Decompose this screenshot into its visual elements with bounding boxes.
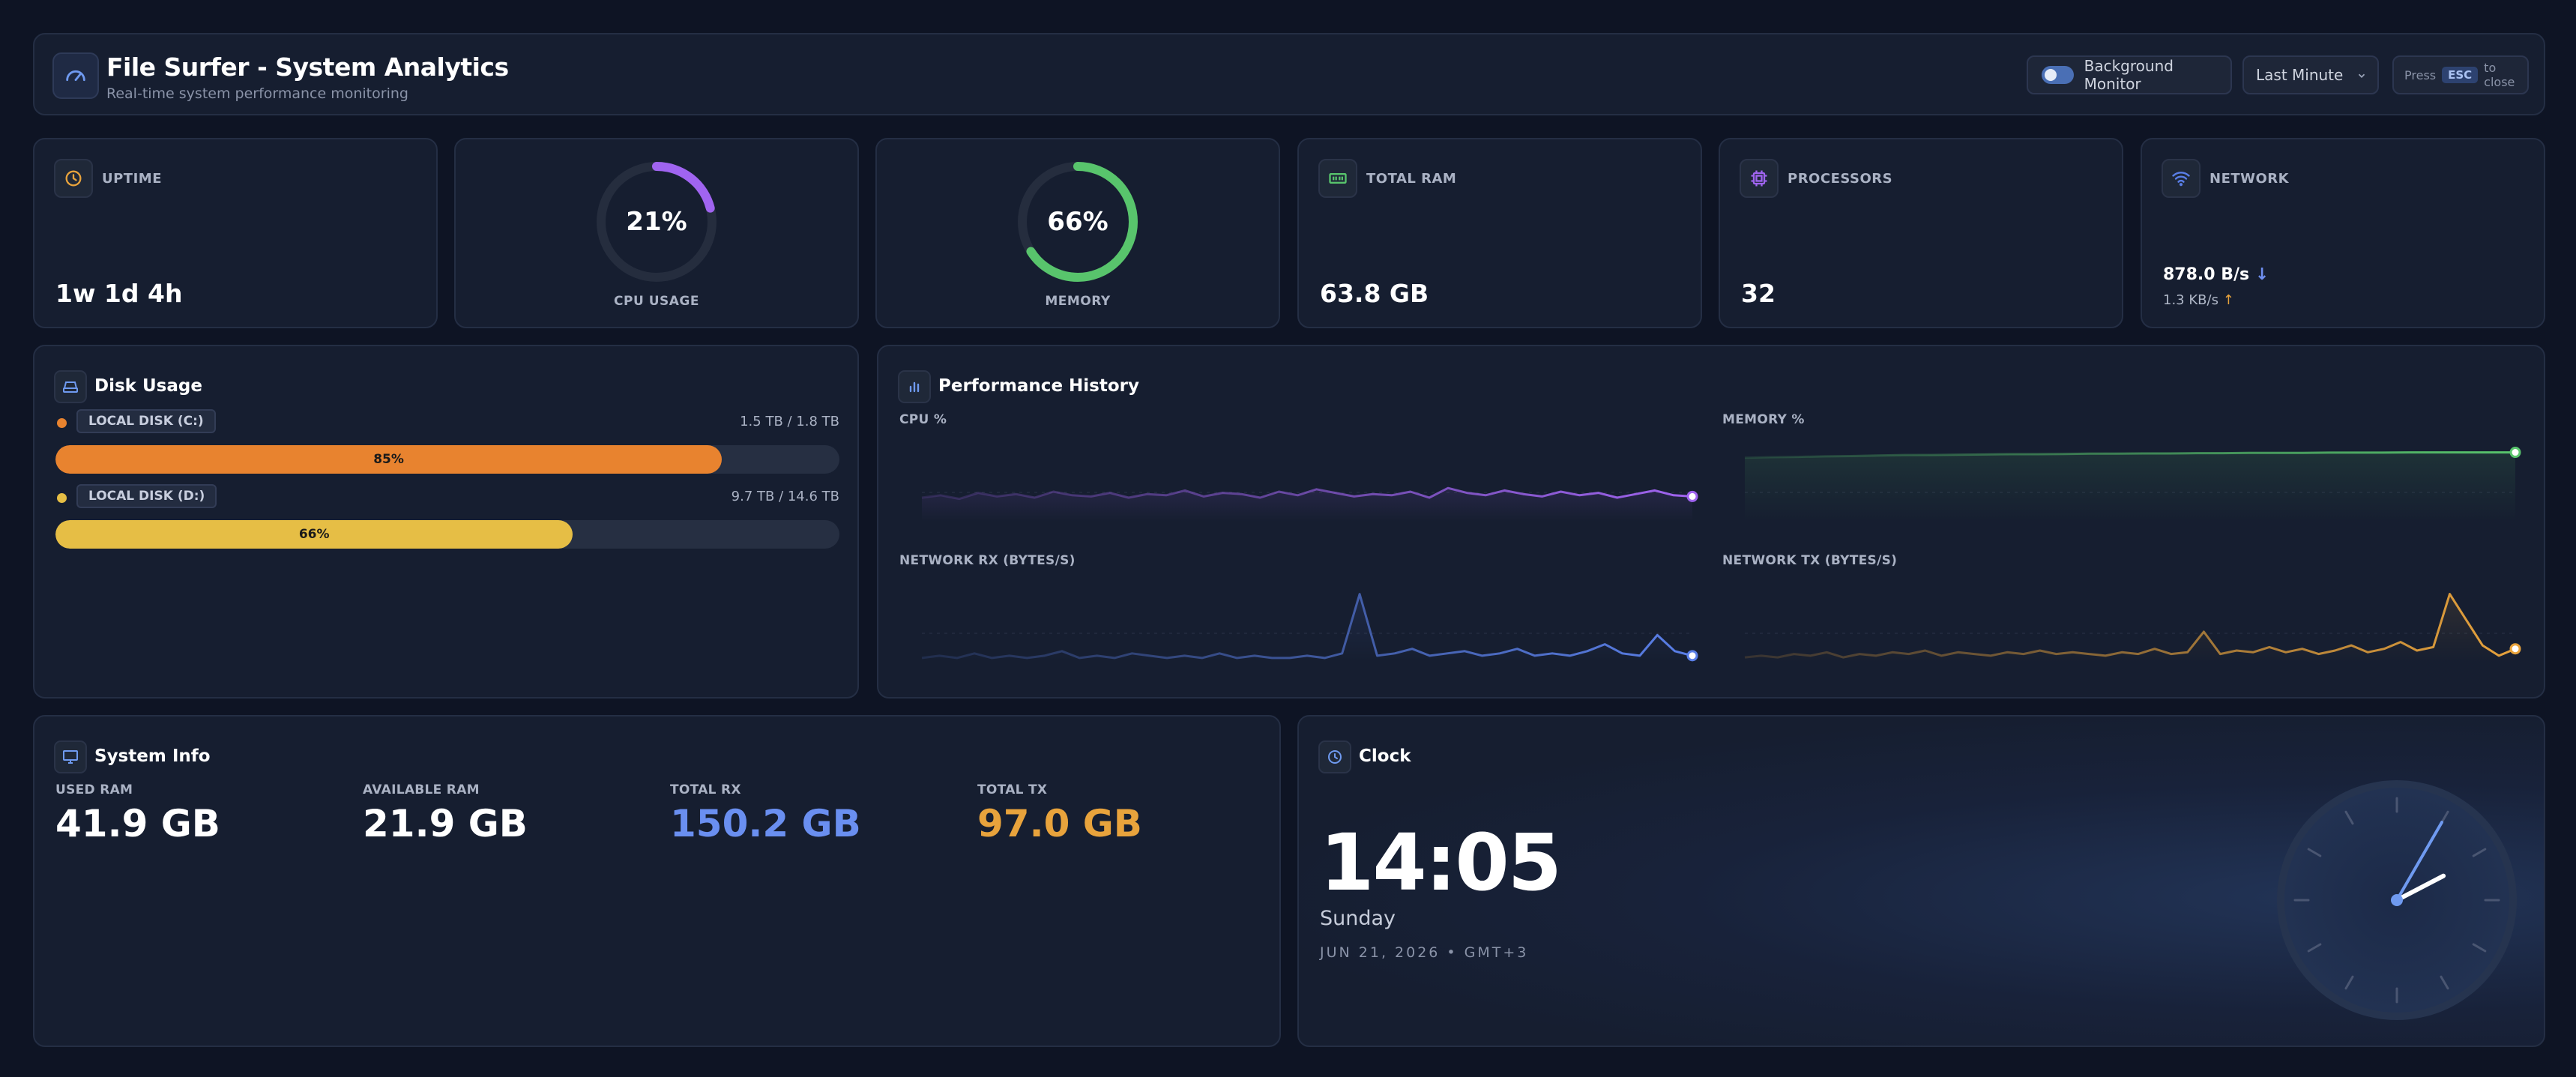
toggle-switch[interactable] xyxy=(2042,66,2074,84)
performance-history-panel: Performance History CPU % MEMORY % NETWO… xyxy=(877,345,2545,699)
memory-value: 66% xyxy=(1047,207,1108,237)
network-download-value: 878.0 B/s xyxy=(2163,265,2250,284)
total-rx-label: TOTAL RX xyxy=(670,782,741,797)
tx-history-chart xyxy=(1744,593,2521,663)
available-ram-label: AVAILABLE RAM xyxy=(363,782,480,797)
series-area xyxy=(1745,452,2515,522)
clock-time: 14:05 xyxy=(1320,817,1562,908)
total-ram-card: TOTAL RAM 63.8 GB xyxy=(1297,138,1702,328)
bar-chart-icon xyxy=(898,370,931,403)
series-latest-point xyxy=(2509,643,2521,655)
performance-history-title: Performance History xyxy=(938,376,1140,396)
uptime-label: UPTIME xyxy=(102,171,162,187)
series-area xyxy=(922,594,1692,663)
memory-history-chart xyxy=(1744,447,2521,522)
disk-usage-bar: 85% xyxy=(55,445,839,474)
range-select[interactable]: Last Minute xyxy=(2242,55,2379,94)
total-tx-label: TOTAL TX xyxy=(977,782,1048,797)
cpu-chart-label: CPU % xyxy=(899,412,947,427)
processors-label: PROCESSORS xyxy=(1788,171,1893,187)
rx-history-chart xyxy=(921,593,1698,663)
monitor-icon xyxy=(54,740,87,773)
rx-chart-label: NETWORK RX (BYTES/S) xyxy=(899,553,1076,568)
clock-day: Sunday xyxy=(1320,907,1396,930)
disk-size: 1.5 TB / 1.8 TB xyxy=(740,414,839,429)
close-hint-prefix: Press xyxy=(2404,67,2437,82)
range-select-value: Last Minute xyxy=(2256,66,2344,84)
total-tx-value: 97.0 GB xyxy=(977,802,1142,845)
uptime-card: UPTIME 1w 1d 4h xyxy=(33,138,438,328)
clock-date: JUN 21, 2026 • GMT+3 xyxy=(1320,944,1529,961)
close-hint-suffix: to close xyxy=(2484,61,2515,89)
series-latest-point xyxy=(1686,490,1698,502)
clock-center-dot xyxy=(2391,894,2403,906)
system-info-panel: System Info USED RAM 41.9 GB AVAILABLE R… xyxy=(33,715,1281,1047)
disk-usage-title: Disk Usage xyxy=(94,376,202,396)
network-download: 878.0 B/s ↓ xyxy=(2163,265,2269,284)
chevron-down-icon xyxy=(2358,73,2365,78)
app-subtitle: Real-time system performance monitoring xyxy=(106,85,408,102)
network-upload: 1.3 KB/s ↑ xyxy=(2163,292,2234,308)
disk-name: LOCAL DISK (D:) xyxy=(76,484,217,508)
series-line xyxy=(921,593,1693,660)
series-latest-point xyxy=(1686,650,1698,662)
processors-value: 32 xyxy=(1741,279,1776,308)
speedometer-icon xyxy=(52,52,99,99)
cpu-label: CPU USAGE xyxy=(614,294,699,309)
analog-clock xyxy=(2277,780,2517,1020)
network-label: NETWORK xyxy=(2209,171,2290,187)
disk-size: 9.7 TB / 14.6 TB xyxy=(731,489,839,504)
memory-chart-label: MEMORY % xyxy=(1722,412,1805,427)
clock-panel: Clock 14:05 Sunday JUN 21, 2026 • GMT+3 xyxy=(1297,715,2545,1047)
cpu-card: 21% CPU USAGE xyxy=(454,138,859,328)
disk-usage-fill: 85% xyxy=(55,445,723,474)
cpu-chip-icon xyxy=(1740,159,1779,198)
app-title: File Surfer - System Analytics xyxy=(106,52,509,82)
used-ram-value: 41.9 GB xyxy=(55,802,220,845)
system-info-title: System Info xyxy=(94,746,211,766)
memory-label: MEMORY xyxy=(1045,294,1111,309)
esc-key: ESC xyxy=(2442,67,2479,83)
ram-chip-icon xyxy=(1318,159,1357,198)
disk-usage-fill: 66% xyxy=(55,520,573,549)
processors-card: PROCESSORS 32 xyxy=(1719,138,2123,328)
clock-icon xyxy=(1318,740,1351,773)
network-upload-value: 1.3 KB/s xyxy=(2163,292,2218,308)
arrow-down-icon: ↓ xyxy=(2254,265,2269,284)
disk-name: LOCAL DISK (C:) xyxy=(76,409,216,433)
hard-drive-icon xyxy=(54,370,87,403)
uptime-value: 1w 1d 4h xyxy=(55,279,183,308)
tx-chart-label: NETWORK TX (BYTES/S) xyxy=(1722,553,1898,568)
used-ram-label: USED RAM xyxy=(55,782,133,797)
header-bar: File Surfer - System Analytics Real-time… xyxy=(33,33,2545,115)
total-ram-label: TOTAL RAM xyxy=(1366,171,1457,187)
close-hint[interactable]: Press ESC to close xyxy=(2392,55,2529,94)
available-ram-value: 21.9 GB xyxy=(363,802,528,845)
total-rx-value: 150.2 GB xyxy=(670,802,861,845)
cpu-value: 21% xyxy=(626,207,687,237)
total-ram-value: 63.8 GB xyxy=(1320,279,1429,308)
uptime-clock-icon xyxy=(54,159,93,198)
clock-title: Clock xyxy=(1359,746,1411,766)
disk-color-dot xyxy=(57,493,67,503)
series-latest-point xyxy=(2509,447,2521,459)
wifi-icon xyxy=(2162,159,2201,198)
memory-card: 66% MEMORY xyxy=(875,138,1280,328)
disk-color-dot xyxy=(57,418,67,428)
background-monitor-toggle[interactable]: Background Monitor xyxy=(2027,55,2232,94)
background-monitor-label: Background Monitor xyxy=(2084,57,2174,93)
cpu-history-chart xyxy=(921,486,1698,522)
disk-usage-bar: 66% xyxy=(55,520,839,549)
arrow-up-icon: ↑ xyxy=(2222,292,2234,308)
disk-usage-panel: Disk Usage LOCAL DISK (C:) 1.5 TB / 1.8 … xyxy=(33,345,859,699)
network-card: NETWORK 878.0 B/s ↓ 1.3 KB/s ↑ xyxy=(2141,138,2545,328)
